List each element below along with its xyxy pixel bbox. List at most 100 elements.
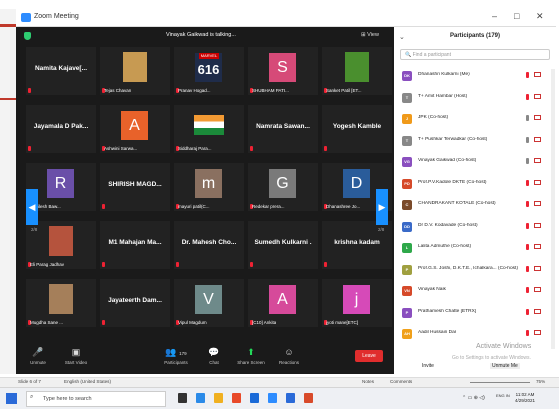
search-icon: ⌕	[30, 394, 34, 400]
clock[interactable]: 11:02 AM 4/29/2021	[515, 392, 535, 404]
word-icon[interactable]	[286, 393, 295, 403]
video-tile[interactable]: Dr. Mahesh Cho...	[174, 221, 244, 269]
participant-avatar: VN	[402, 286, 412, 296]
unmute-button[interactable]: 🎤 Unmute	[18, 346, 58, 365]
tile-name: Redekar prera...	[252, 204, 285, 209]
video-tile[interactable]: A [C10] Ankita	[248, 279, 318, 327]
video-tile[interactable]: M1 Mahajan Ma...	[100, 221, 170, 269]
control-glyph: 💬	[208, 347, 220, 357]
video-tile[interactable]: A Ashwini Sarwa...	[100, 105, 170, 153]
participant-row[interactable]: DK Dhanashri Kulkarni (Me)	[398, 67, 548, 85]
find-participant-input[interactable]: 🔍 Find a participant	[400, 49, 550, 60]
edge-icon[interactable]	[196, 393, 205, 403]
mic-icon	[526, 265, 529, 272]
participant-avatar: C	[402, 200, 412, 210]
video-tile[interactable]: S SHUBHAM PATI...	[248, 47, 318, 95]
participant-row[interactable]: T T+ Pushkar Terwadkar (Co-host)	[398, 132, 548, 150]
previous-page-button[interactable]: ◀	[26, 189, 38, 225]
reactions-button[interactable]: ☺ Reactions	[269, 346, 309, 365]
video-tile[interactable]: SHIRISH MAGD...	[100, 163, 170, 211]
participant-row[interactable]: VN Vinayak Naik	[398, 282, 548, 300]
activate-windows-subtext: Go to Settings to activate Windows.	[452, 355, 531, 361]
status-bar: Slide 6 of 7 English (United States) Not…	[0, 377, 559, 387]
video-tile[interactable]: Namrata Sawan...	[248, 105, 318, 153]
video-tile[interactable]: Namita Kajave[...	[26, 47, 96, 95]
minimize-button[interactable]: –	[492, 11, 497, 21]
zoom-slider[interactable]	[470, 382, 530, 383]
participant-row[interactable]: AH Aadil Hussain Dar	[398, 325, 548, 343]
video-tile[interactable]: Mugdha Sane ...	[26, 279, 96, 327]
control-label: Share Screen	[237, 360, 265, 365]
task-view-icon[interactable]	[178, 393, 187, 403]
participants-title: Participants (179)	[449, 33, 501, 39]
participant-name: Dr D.V. Kodavade (Co-host)	[418, 222, 478, 228]
windows-start-icon[interactable]	[6, 393, 17, 404]
shield-icon[interactable]	[24, 32, 31, 40]
participants-button[interactable]: 👥 179 Participants	[156, 346, 196, 365]
participant-row[interactable]: C CHANDRAKANT KOTALE (Co-host)	[398, 196, 548, 214]
comments-button[interactable]: Comments	[390, 379, 412, 384]
system-tray-icon[interactable]: ⌃ ▭ ⊕ ◁)	[462, 395, 485, 401]
notes-button[interactable]: Notes	[362, 379, 374, 384]
avatar: V	[195, 285, 222, 314]
avatar: A	[121, 111, 148, 140]
muted-mic-icon	[28, 88, 31, 93]
tile-name: Sanket Patil [ET...	[326, 88, 362, 93]
participant-row[interactable]: VG Vinayak Gaikwad (Co-host)	[398, 153, 548, 171]
video-tile[interactable]: G Redekar prera...	[248, 163, 318, 211]
participant-row[interactable]: T T+ Amit Hambar (Host)	[398, 89, 548, 107]
tile-name: Dhanashree Jo...	[326, 204, 361, 209]
participant-row[interactable]: L Lalita Admuthe (Co-host)	[398, 239, 548, 257]
video-tile[interactable]: Siddharaj Para...	[174, 105, 244, 153]
mic-icon	[526, 308, 529, 315]
participant-row[interactable]: P Prof.G.S. Joshi, D.K.T.E., Ichalkara..…	[398, 261, 548, 279]
video-tile[interactable]: Jayateerth Dam...	[100, 279, 170, 327]
marvel-logo: MARVEL	[199, 53, 219, 59]
next-page-button[interactable]: ▶	[376, 189, 388, 225]
chat-button[interactable]: 💬 Chat	[194, 346, 234, 365]
mic-icon	[526, 244, 529, 250]
participant-avatar: PD	[402, 178, 412, 189]
start-video-button[interactable]: ▣ Start Video	[56, 346, 96, 365]
video-tile[interactable]: Jayamala D Pak...	[26, 105, 96, 153]
participant-name: Aadil Hussain Dar	[418, 330, 457, 335]
close-button[interactable]: ✕	[536, 11, 544, 22]
unmute-me-button[interactable]: Unmute Me	[490, 363, 520, 369]
powerpoint-icon[interactable]	[304, 393, 313, 403]
participant-name: Prathamesh Chatte [ETRX]	[418, 308, 477, 314]
video-tile[interactable]: 616 MARVEL Pranav Hogad...	[174, 47, 244, 95]
participant-avatar: J	[402, 114, 412, 124]
video-off-icon	[534, 93, 541, 99]
leave-button[interactable]: Leave	[355, 350, 383, 362]
participant-row[interactable]: DD Dr D.V. Kodavade (Co-host)	[398, 218, 548, 236]
video-tile[interactable]: j jyoti mane[ETC]	[322, 279, 392, 327]
video-tile[interactable]: Sanket Patil [ET...	[322, 47, 392, 95]
avatar-text: 616	[197, 62, 220, 77]
clock-date: 4/29/2021	[515, 398, 536, 403]
maximize-button[interactable]: □	[514, 11, 519, 21]
zoom-taskbar-icon[interactable]	[268, 393, 277, 403]
video-tile[interactable]: V Vipul Magdum	[174, 279, 244, 327]
chrome-icon[interactable]	[232, 393, 241, 403]
view-button[interactable]: ⊞ View	[361, 32, 379, 38]
participant-row[interactable]: P Prathamesh Chatte [ETRX]	[398, 304, 548, 322]
video-off-icon	[534, 265, 541, 271]
share-screen-button[interactable]: ⬆ Share Screen	[231, 346, 271, 365]
participant-row[interactable]: J JPK (Co-host)	[398, 110, 548, 128]
video-tile[interactable]: Yogesh Kamble	[322, 105, 392, 153]
file-explorer-icon[interactable]	[214, 393, 223, 403]
zoom-logo-icon	[21, 13, 31, 22]
video-tile[interactable]: Tejas Chavan	[100, 47, 170, 95]
video-tile[interactable]: Sumedh Kulkarni .	[248, 221, 318, 269]
video-off-icon	[534, 136, 541, 142]
video-tile[interactable]: m mayuri patil(C...	[174, 163, 244, 211]
language-tray[interactable]: ENG IN	[496, 393, 510, 398]
video-off-icon	[534, 330, 541, 335]
participant-row[interactable]: PD Prof.P.V.Kadole DKTE (Co-host)	[398, 175, 548, 193]
invite-button[interactable]: Invite	[422, 363, 434, 369]
tile-display-name: Namita Kajave[...	[34, 65, 88, 72]
scrollbar[interactable]	[551, 69, 555, 349]
video-off-icon	[534, 179, 541, 185]
store-icon[interactable]	[250, 393, 259, 403]
taskbar-search-box[interactable]: Type here to search	[26, 391, 166, 407]
